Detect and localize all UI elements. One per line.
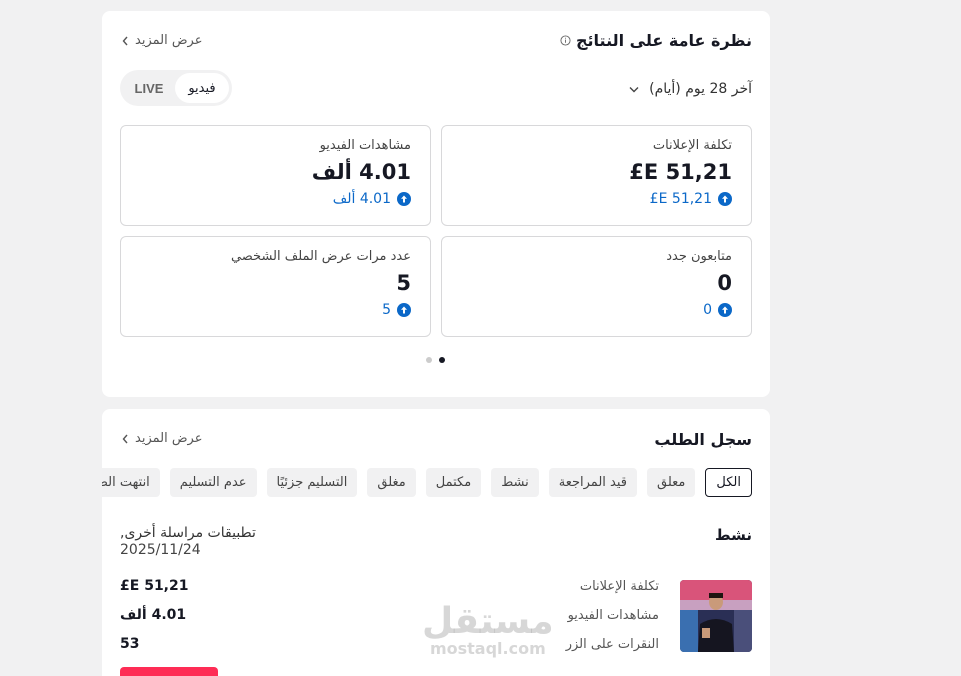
mostaql-watermark: مستقل mostaql.com <box>422 604 554 658</box>
thumbnail-image <box>680 580 752 652</box>
metric-change-value: 0 <box>703 302 712 318</box>
video-thumbnail[interactable] <box>680 580 752 652</box>
chevron-down-icon <box>629 86 639 92</box>
filter-chip-not-delivered[interactable]: عدم التسليم <box>169 468 257 497</box>
orders-title: سجل الطلب <box>654 430 752 449</box>
order-date: 2025/11/24 <box>120 542 201 558</box>
row-value-button-clicks: 53 <box>120 636 140 652</box>
content-type-toggle: LIVE فيديو <box>120 70 232 106</box>
metric-card-profile-views[interactable]: عدد مرات عرض الملف الشخصي 5 5 <box>120 236 431 337</box>
metric-card-video-views[interactable]: مشاهدات الفيديو 4.01 ألف 4.01 ألف <box>120 125 431 226</box>
orders-title-text: سجل الطلب <box>654 430 752 449</box>
filter-chip-in-review[interactable]: قيد المراجعة <box>548 468 637 497</box>
filter-chip-all[interactable]: الكل <box>705 468 752 497</box>
chevron-left-icon <box>122 36 128 45</box>
see-more-label: عرض المزيد <box>135 431 203 446</box>
metric-value: 4.01 ألف <box>311 160 411 184</box>
pagination-dot-2[interactable] <box>439 357 445 363</box>
order-action-button[interactable] <box>120 667 218 676</box>
metric-value: 0 <box>717 271 732 295</box>
toggle-live[interactable]: LIVE <box>123 73 175 103</box>
row-label-ad-cost: تكلفة الإعلانات <box>579 579 659 594</box>
toggle-video[interactable]: فيديو <box>175 73 229 103</box>
metric-change: 51,21 E£ <box>461 191 732 207</box>
order-status-filters: الكل معلق قيد المراجعة نشط مكتمل مغلق ال… <box>102 468 752 497</box>
metric-label: تكلفة الإعلانات <box>652 138 732 153</box>
order-objective: تطبيقات مراسلة أخرى, <box>120 525 256 541</box>
order-description: تطبيقات مراسلة أخرى, 2025/11/24 <box>120 525 256 558</box>
carousel-pagination <box>426 357 445 363</box>
metric-change: 4.01 ألف <box>140 191 411 207</box>
overview-title: نظرة عامة على النتائج <box>560 31 752 50</box>
arrow-up-circle-icon <box>397 192 411 206</box>
metric-value: 5 <box>396 271 411 295</box>
arrow-up-circle-icon <box>397 303 411 317</box>
metric-label: متابعون جدد <box>666 249 732 264</box>
arrow-up-circle-icon <box>718 192 732 206</box>
filter-chip-active[interactable]: نشط <box>491 468 539 497</box>
watermark-arabic: مستقل <box>422 601 554 642</box>
period-dropdown[interactable]: آخر 28 يوم (أيام) <box>629 81 752 97</box>
metric-label: عدد مرات عرض الملف الشخصي <box>230 249 411 264</box>
chevron-left-icon <box>122 434 128 443</box>
watermark-latin: mostaql.com <box>429 639 546 658</box>
metric-value: 51,21 E£ <box>629 160 732 184</box>
metric-change: 5 <box>140 302 411 318</box>
see-more-label: عرض المزيد <box>135 33 203 48</box>
row-value-video-views: 4.01 ألف <box>120 607 187 623</box>
period-label: آخر 28 يوم (أيام) <box>649 81 752 97</box>
metric-change-value: 5 <box>382 302 391 318</box>
row-value-ad-cost: 51,21 E£ <box>120 578 189 594</box>
overview-see-more-link[interactable]: عرض المزيد <box>122 33 202 48</box>
info-icon[interactable] <box>560 35 571 46</box>
overview-title-text: نظرة عامة على النتائج <box>576 31 752 50</box>
filter-chip-completed[interactable]: مكتمل <box>425 468 482 497</box>
metric-card-new-followers[interactable]: متابعون جدد 0 0 <box>441 236 752 337</box>
arrow-up-circle-icon <box>718 303 732 317</box>
row-label-video-views: مشاهدات الفيديو <box>567 608 659 623</box>
metric-change: 0 <box>461 302 732 318</box>
filter-chip-partial-delivery[interactable]: التسليم جزئيًا <box>266 468 358 497</box>
metric-change-value: 4.01 ألف <box>332 191 391 207</box>
filter-chip-expired[interactable]: انتهت الصلاحية <box>102 468 160 497</box>
metric-change-value: 51,21 E£ <box>649 191 712 207</box>
order-status: نشط <box>715 526 752 544</box>
orders-see-more-link[interactable]: عرض المزيد <box>122 431 202 446</box>
metric-card-ad-cost[interactable]: تكلفة الإعلانات 51,21 E£ 51,21 E£ <box>441 125 752 226</box>
filter-chip-closed[interactable]: مغلق <box>367 468 416 497</box>
results-overview-card: نظرة عامة على النتائج عرض المزيد آخر 28 … <box>102 11 770 397</box>
filter-chip-pending[interactable]: معلق <box>647 468 696 497</box>
pagination-dot-1[interactable] <box>426 357 432 363</box>
row-label-button-clicks: النقرات على الزر <box>565 637 659 652</box>
metric-label: مشاهدات الفيديو <box>319 138 411 153</box>
